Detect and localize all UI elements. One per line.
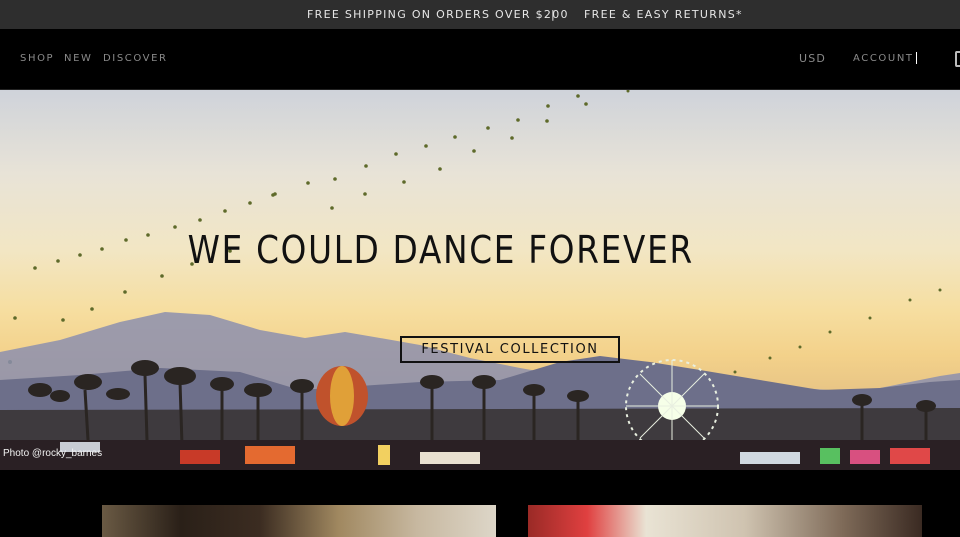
promo-bar: FREE SHIPPING ON ORDERS OVER $200 | FREE… bbox=[0, 0, 960, 29]
currency-selector[interactable]: USD bbox=[799, 52, 826, 65]
promo-shipping-text: FREE SHIPPING ON ORDERS OVER $200 bbox=[307, 8, 569, 21]
hero-banner: WE COULD DANCE FOREVER FESTIVAL COLLECTI… bbox=[0, 90, 960, 470]
nav-divider bbox=[916, 52, 917, 64]
featured-tiles bbox=[0, 470, 960, 537]
promo-separator: | bbox=[551, 8, 557, 21]
nav-item-discover[interactable]: DISCOVER bbox=[103, 53, 168, 64]
featured-tile-left[interactable] bbox=[102, 505, 496, 537]
main-nav: SHOP NEW DISCOVER USD ACCOUNT bbox=[0, 29, 960, 90]
cart-icon[interactable] bbox=[955, 51, 960, 67]
nav-item-new[interactable]: NEW bbox=[64, 53, 93, 64]
promo-returns-link[interactable]: FREE & EASY RETURNS* bbox=[584, 8, 743, 21]
account-link[interactable]: ACCOUNT bbox=[853, 53, 914, 64]
featured-tile-right[interactable] bbox=[528, 505, 922, 537]
nav-item-shop[interactable]: SHOP bbox=[20, 53, 54, 64]
hero-title: WE COULD DANCE FOREVER bbox=[187, 228, 694, 272]
festival-collection-button[interactable]: FESTIVAL COLLECTION bbox=[400, 336, 620, 363]
festival-landscape-image bbox=[0, 90, 960, 470]
photo-credit: Photo @rocky_barnes bbox=[3, 448, 103, 459]
